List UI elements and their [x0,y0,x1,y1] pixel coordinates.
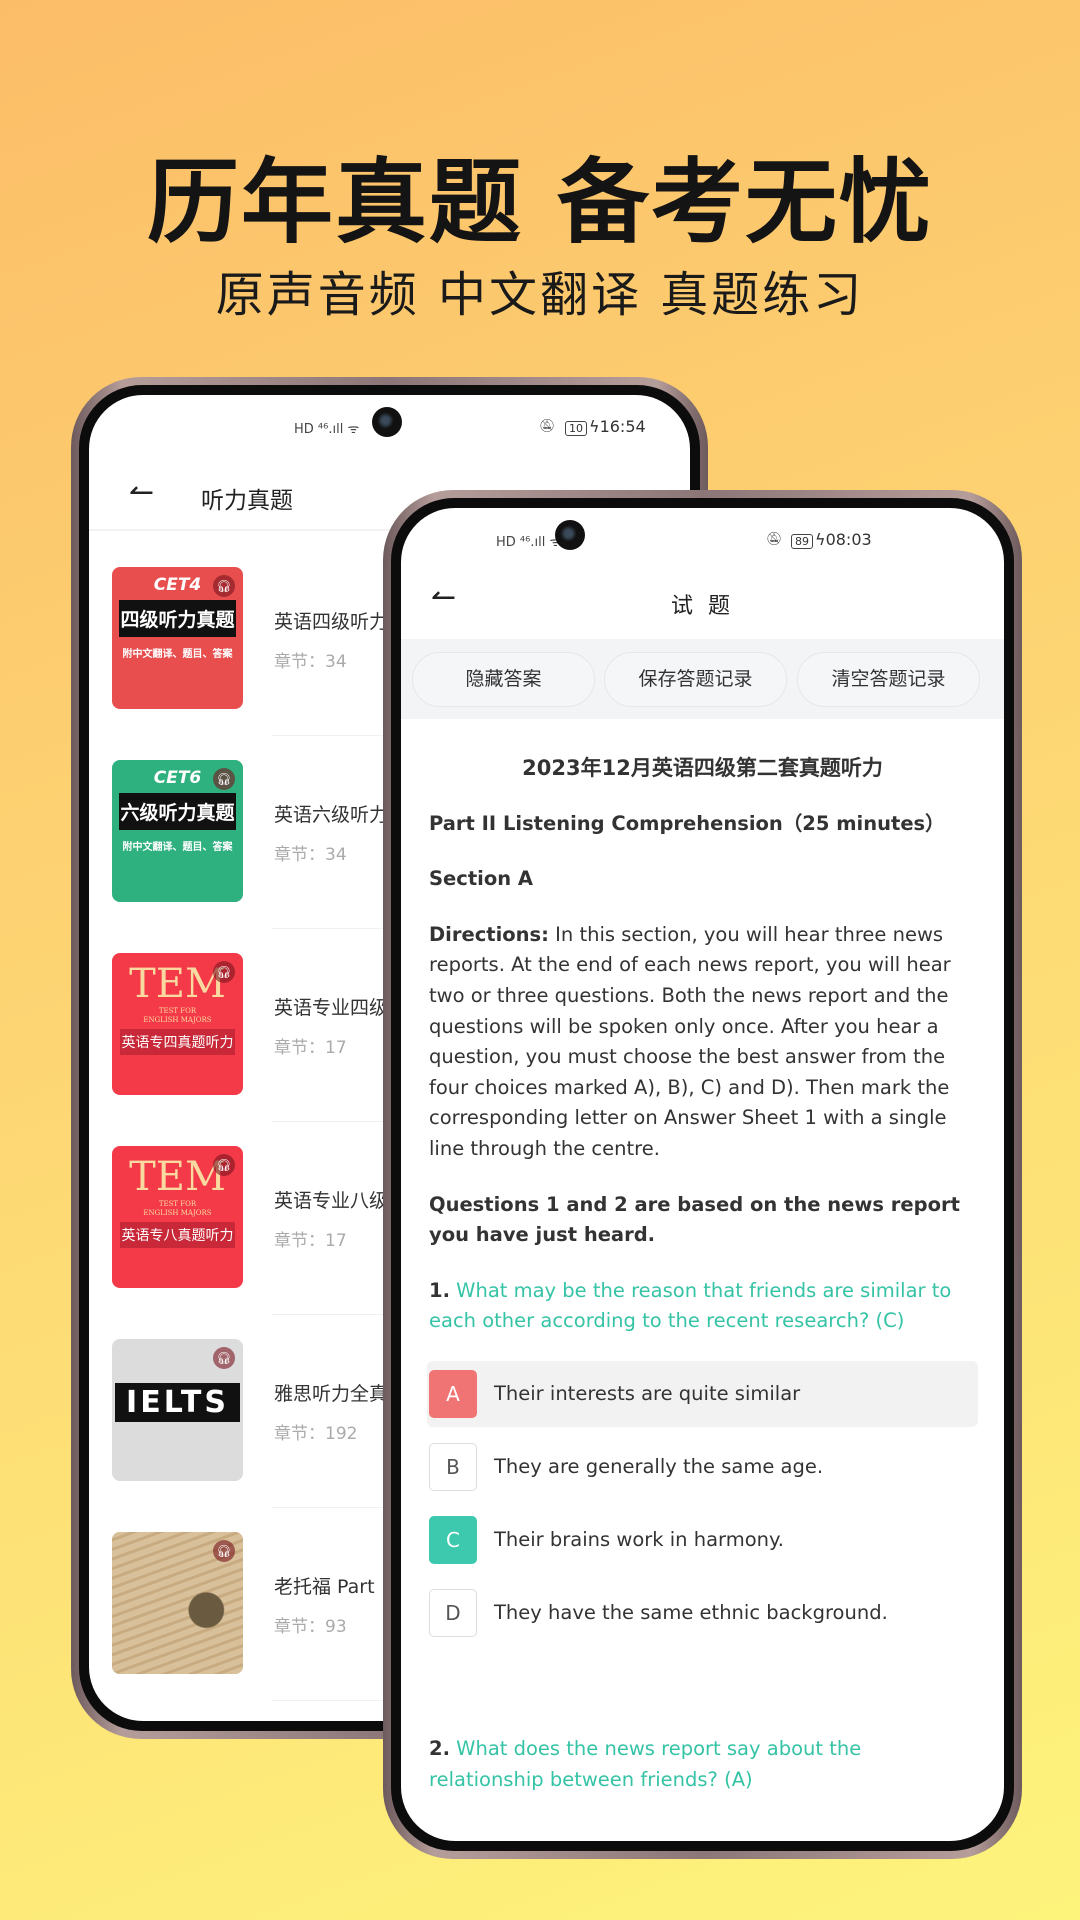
directions-label: Directions: [429,922,549,946]
item-chapters: 章节：34 [274,652,347,672]
option-c[interactable]: C Their brains work in harmony. [427,1507,978,1573]
clock: 16:54 [599,417,646,436]
option-letter-badge: C [429,1515,477,1564]
headphones-icon: 🎧︎ [213,768,235,790]
item-title: 英语六级听力 [274,804,389,826]
item-title: 英语四级听力 [274,611,389,633]
right-phone: HD ⁴⁶.ıll ᯤ 🔕︎ 89 ϟ08:03 ↼ 试 题 隐藏答案 保存答题记… [383,490,1022,1859]
page-title: 听力真题 [201,488,293,514]
cover-title: 六级听力真题 [119,793,236,830]
clear-record-button[interactable]: 清空答题记录 [797,652,980,707]
lightning-icon: ϟ [589,417,600,436]
action-toolbar: 隐藏答案 保存答题记录 清空答题记录 [401,639,1004,719]
lightning-icon: ϟ [815,530,826,549]
question-text: What does the news report say about the … [429,1736,862,1791]
item-chapters: 章节：17 [274,1038,347,1058]
directions-text: In this section, you will hear three new… [429,922,951,1160]
cover-image: CET6 六级听力真题 附中文翻译、题目、答案 🎧︎ [112,760,243,902]
signal-icons: HD ⁴⁶.ıll ᯤ [294,422,360,437]
cover-image: IELTS 🎧︎ [112,1339,243,1481]
cover-title: TEST FOR ENGLISH MAJORS [143,1007,212,1024]
part-heading: Part II Listening Comprehension（25 minut… [429,811,945,835]
back-arrow-icon[interactable]: ↼ [129,475,154,510]
item-chapters: 章节：192 [274,1424,358,1444]
exam-title: 2023年12月英语四级第二套真题听力 [522,756,883,780]
cover-subtitle: 附中文翻译、题目、答案 [122,649,233,660]
option-d[interactable]: D They have the same ethnic background. [427,1580,978,1646]
option-text: Their interests are quite similar [494,1381,801,1405]
option-letter-badge: D [429,1588,477,1637]
item-title: 雅思听力全真 [274,1383,389,1405]
item-chapters: 章节：93 [274,1617,347,1637]
cover-image: CET4 四级听力真题 附中文翻译、题目、答案 🎧︎ [112,567,243,709]
question-text: What may be the reason that friends are … [429,1278,952,1333]
save-record-button[interactable]: 保存答题记录 [604,652,787,707]
clock: 08:03 [825,530,872,549]
cover-subtitle: 英语专四真题听力 [120,1029,235,1055]
cover-title: 四级听力真题 [119,600,236,637]
mute-icon: 🔕︎ [766,532,783,547]
cover-image: TEM TEST FOR ENGLISH MAJORS 英语专八真题听力 🎧︎ [112,1146,243,1288]
option-letter-badge: B [429,1442,477,1491]
battery-icon: 10 [565,421,587,436]
section-heading: Section A [429,867,533,891]
option-text: They have the same ethnic background. [494,1600,888,1624]
hide-answers-button[interactable]: 隐藏答案 [412,652,595,707]
item-chapters: 章节：34 [274,845,347,865]
cover-title: TEST FOR ENGLISH MAJORS [143,1200,212,1217]
option-a[interactable]: A Their interests are quite similar [427,1360,978,1427]
cover-image: TEM TEST FOR ENGLISH MAJORS 英语专四真题听力 🎧︎ [112,953,243,1095]
question-number: 2. [429,1736,450,1760]
exam-content: 2023年12月英语四级第二套真题听力 Part II Listening Co… [427,753,978,1795]
cover-subtitle: 英语专八真题听力 [120,1222,235,1248]
option-text: Their brains work in harmony. [494,1527,784,1551]
headphones-icon: 🎧︎ [213,1540,235,1562]
camera-hole [555,520,585,550]
option-text: They are generally the same age. [494,1454,824,1478]
question-2: 2. What does the news report say about t… [429,1734,976,1795]
battery-icon: 89 [791,534,813,549]
item-title: 老托福 Part [274,1576,375,1598]
exam-screen: HD ⁴⁶.ıll ᯤ 🔕︎ 89 ϟ08:03 ↼ 试 题 隐藏答案 保存答题记… [401,508,1004,1841]
question-number: 1. [429,1278,450,1302]
headphones-icon: 🎧︎ [213,1154,235,1176]
item-title: 英语专业四级 [274,997,389,1019]
option-letter-badge: A [429,1369,477,1418]
camera-hole [372,407,402,437]
mute-icon: 🔕︎ [539,419,556,434]
headphones-icon: 🎧︎ [213,961,235,983]
promo-subline: 原声音频 中文翻译 真题练习 [215,267,865,323]
status-bar: HD ⁴⁶.ıll ᯤ 🔕︎ 89 ϟ08:03 [401,520,1004,556]
headphones-icon: 🎧︎ [213,575,235,597]
status-bar: HD ⁴⁶.ıll ᯤ 🔕︎ 10 ϟ16:54 [89,407,690,443]
group-note: Questions 1 and 2 are based on the news … [429,1192,960,1247]
cover-image: 🎧︎ [112,1532,243,1674]
item-chapters: 章节：17 [274,1231,347,1251]
option-b[interactable]: B They are generally the same age. [427,1434,978,1500]
cover-subtitle: 附中文翻译、题目、答案 [122,842,233,853]
signal-icons: HD ⁴⁶.ıll ᯤ [496,535,562,550]
headphones-icon: 🎧︎ [213,1347,235,1369]
promo-headline: 历年真题 备考无忧 [146,149,934,256]
question-1: 1. What may be the reason that friends a… [429,1276,976,1337]
cover-tag: IELTS [115,1383,240,1422]
page-title: 试 题 [671,594,734,619]
directions: Directions: In this section, you will he… [429,920,976,1165]
item-title: 英语专业八级 [274,1190,389,1212]
